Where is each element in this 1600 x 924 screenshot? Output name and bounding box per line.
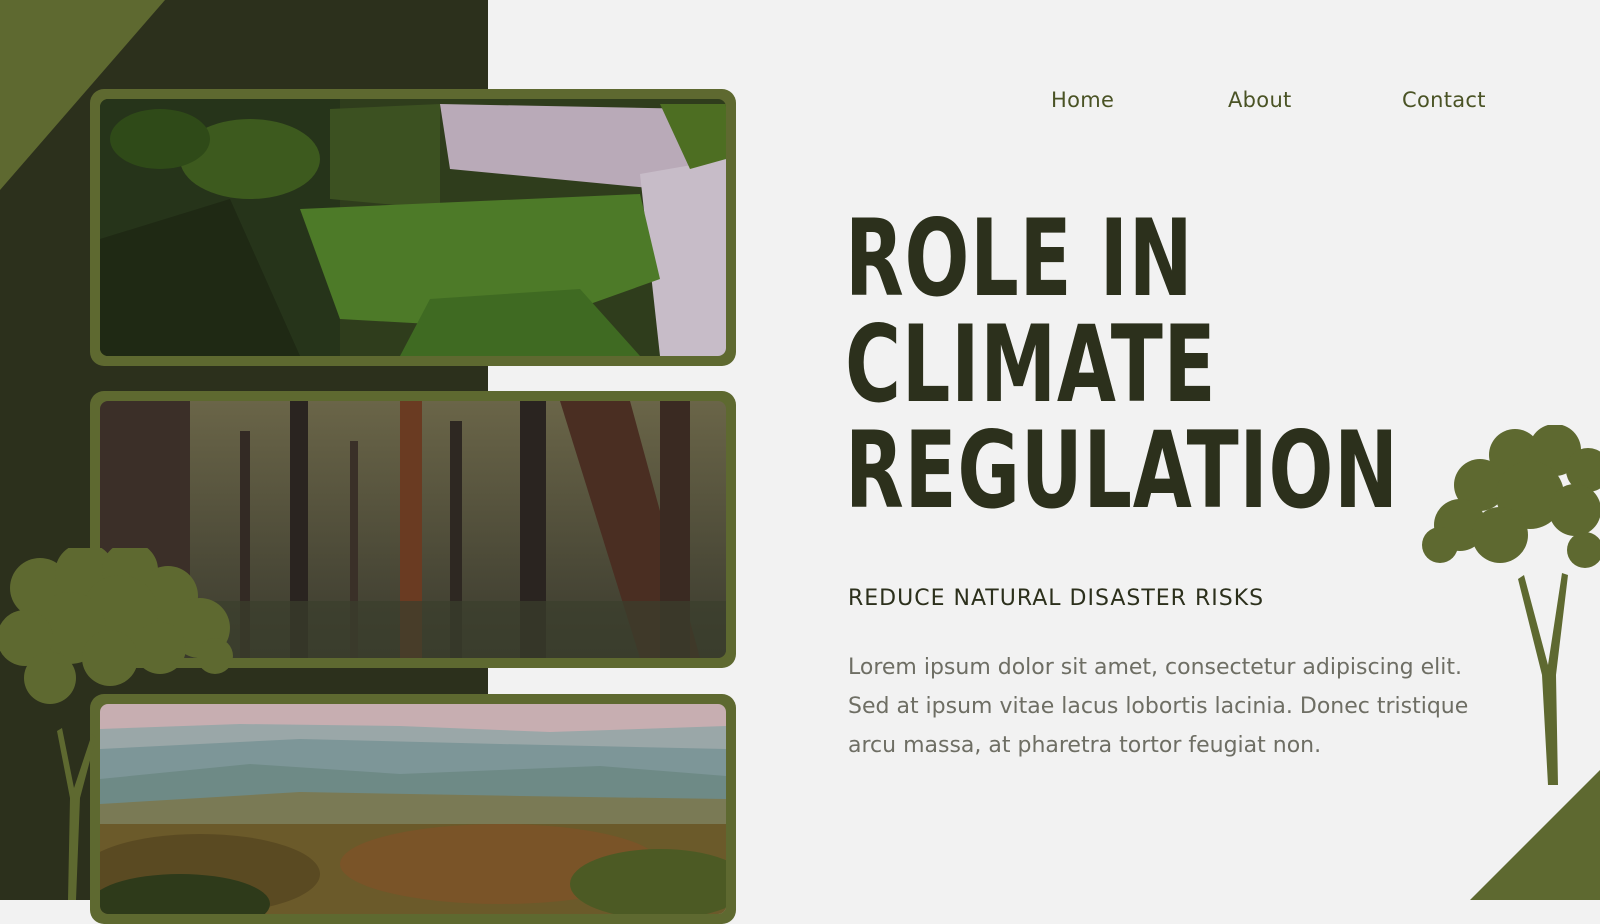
- section-subtitle: REDUCE NATURAL DISASTER RISKS: [848, 586, 1265, 611]
- mossy-waterfall-photo: [100, 99, 726, 356]
- nav-link-about[interactable]: About: [1228, 88, 1292, 112]
- title-line: REGULATION: [845, 409, 1399, 532]
- corner-triangle-decoration: [1470, 770, 1600, 900]
- title-line: CLIMATE: [845, 303, 1217, 426]
- nav-link-contact[interactable]: Contact: [1402, 88, 1486, 112]
- nav-link-home[interactable]: Home: [1051, 88, 1114, 112]
- body-paragraph: Lorem ipsum dolor sit amet, consectetur …: [848, 655, 1469, 758]
- page-title: ROLE IN CLIMATE REGULATION: [845, 206, 1399, 524]
- tree-silhouette-icon: [0, 548, 233, 900]
- title-line: ROLE IN: [845, 197, 1194, 320]
- image-card-waterfall: [90, 89, 736, 366]
- top-navigation: Home About Contact: [0, 88, 1600, 118]
